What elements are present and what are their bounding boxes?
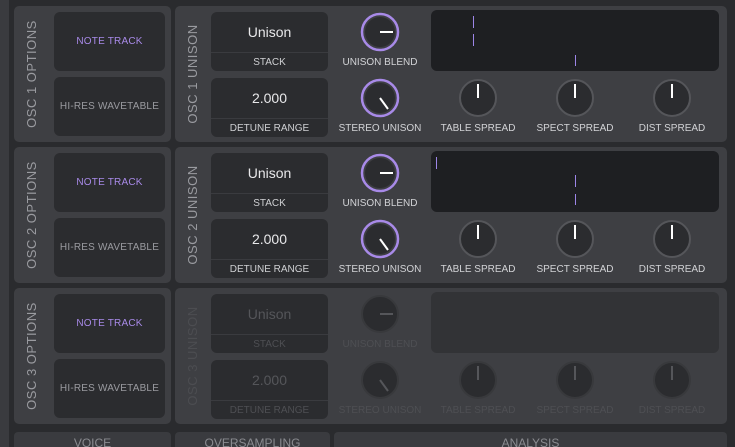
osc1-options-panel: OSC 1 OPTIONS NOTE TRACK HI-RES WAVETABL…	[14, 6, 171, 142]
stereo-unison-label: STEREO UNISON	[338, 405, 422, 416]
osc3-table-spread-knob[interactable]	[458, 360, 498, 400]
tab-analysis[interactable]: ANALYSIS	[334, 432, 727, 447]
osc2-stack-selector[interactable]: Unison STACK	[211, 153, 328, 212]
unison-blend-label: UNISON BLEND	[342, 339, 418, 350]
unison-voice-marker	[575, 55, 576, 66]
spect-spread-label: SPECT SPREAD	[536, 123, 614, 134]
osc2-detune-range-field[interactable]: 2.000 DETUNE RANGE	[211, 219, 328, 278]
dist-spread-label: DIST SPREAD	[638, 123, 706, 134]
dist-spread-label: DIST SPREAD	[638, 264, 706, 275]
osc3-options-title: OSC 3 OPTIONS	[24, 302, 39, 410]
stack-value: Unison	[247, 165, 292, 181]
osc2-dist-spread-knob[interactable]	[652, 219, 692, 259]
osc1-stack-selector[interactable]: Unison STACK	[211, 12, 328, 71]
table-spread-label: TABLE SPREAD	[440, 123, 516, 134]
osc3-options-panel: OSC 3 OPTIONS NOTE TRACK HI-RES WAVETABL…	[14, 288, 171, 424]
osc1-spect-spread-knob[interactable]	[555, 78, 595, 118]
osc1-stereo-unison-knob[interactable]	[360, 78, 400, 118]
osc2-spect-spread-knob[interactable]	[555, 219, 595, 259]
osc2-stereo-unison-knob[interactable]	[360, 219, 400, 259]
osc1-unison-panel: OSC 1 UNISON Unison STACK 2.000 DETUNE R…	[175, 6, 727, 142]
osc3-note-track-button[interactable]: NOTE TRACK	[54, 294, 165, 353]
osc3-unison-title: OSC 3 UNISON	[185, 306, 200, 406]
osc2-options-title: OSC 2 OPTIONS	[24, 161, 39, 269]
tab-oversampling-label: OVERSAMPLING	[204, 436, 301, 447]
spect-spread-label: SPECT SPREAD	[536, 264, 614, 275]
osc2-options-panel: OSC 2 OPTIONS NOTE TRACK HI-RES WAVETABL…	[14, 147, 171, 283]
osc3-dist-spread-knob[interactable]	[652, 360, 692, 400]
unison-voice-marker	[436, 157, 437, 169]
unison-voice-marker	[575, 194, 576, 205]
osc1-note-track-button[interactable]: NOTE TRACK	[54, 12, 165, 71]
stack-value: Unison	[247, 306, 292, 322]
osc3-stereo-unison-knob[interactable]	[360, 360, 400, 400]
osc1-hires-wavetable-button[interactable]: HI-RES WAVETABLE	[54, 77, 165, 136]
osc2-note-track-button[interactable]: NOTE TRACK	[54, 153, 165, 212]
detune-range-value: 2.000	[251, 231, 288, 247]
stereo-unison-label: STEREO UNISON	[338, 123, 422, 134]
detune-range-label: DETUNE RANGE	[211, 118, 328, 137]
osc2-unison-panel: OSC 2 UNISON Unison STACK 2.000 DETUNE R…	[175, 147, 727, 283]
stack-label: STACK	[211, 334, 328, 353]
detune-range-value: 2.000	[251, 372, 288, 388]
stack-label: STACK	[211, 52, 328, 71]
detune-range-value: 2.000	[251, 90, 288, 106]
tab-oversampling[interactable]: OVERSAMPLING	[175, 432, 330, 447]
table-spread-label: TABLE SPREAD	[440, 405, 516, 416]
osc1-unison-blend-knob[interactable]	[360, 12, 400, 52]
unison-blend-label: UNISON BLEND	[342, 57, 418, 68]
dist-spread-label: DIST SPREAD	[638, 405, 706, 416]
table-spread-label: TABLE SPREAD	[440, 264, 516, 275]
osc1-options-title: OSC 1 OPTIONS	[24, 20, 39, 128]
osc3-spect-spread-knob[interactable]	[555, 360, 595, 400]
osc1-table-spread-knob[interactable]	[458, 78, 498, 118]
osc1-unison-display	[431, 10, 719, 71]
osc1-unison-title: OSC 1 UNISON	[185, 24, 200, 124]
tab-analysis-label: ANALYSIS	[501, 436, 560, 447]
detune-range-label: DETUNE RANGE	[211, 259, 328, 278]
osc3-hires-wavetable-button[interactable]: HI-RES WAVETABLE	[54, 359, 165, 418]
stereo-unison-label: STEREO UNISON	[338, 264, 422, 275]
spect-spread-label: SPECT SPREAD	[536, 405, 614, 416]
osc2-hires-wavetable-button[interactable]: HI-RES WAVETABLE	[54, 218, 165, 277]
unison-voice-marker	[473, 16, 474, 28]
osc1-dist-spread-knob[interactable]	[652, 78, 692, 118]
unison-voice-marker	[575, 175, 576, 187]
left-edge-strip	[0, 0, 9, 447]
osc3-stack-selector[interactable]: Unison STACK	[211, 294, 328, 353]
osc3-unison-blend-knob[interactable]	[360, 294, 400, 334]
unison-blend-label: UNISON BLEND	[342, 198, 418, 209]
unison-voice-marker	[473, 34, 474, 46]
stack-value: Unison	[247, 24, 292, 40]
tab-voice[interactable]: VOICE	[14, 432, 171, 447]
osc1-detune-range-field[interactable]: 2.000 DETUNE RANGE	[211, 78, 328, 137]
stack-label: STACK	[211, 193, 328, 212]
osc2-unison-display	[431, 151, 719, 212]
tab-voice-label: VOICE	[73, 436, 112, 447]
osc3-unison-display	[431, 292, 719, 353]
osc3-unison-panel: OSC 3 UNISON Unison STACK 2.000 DETUNE R…	[175, 288, 727, 424]
osc2-unison-blend-knob[interactable]	[360, 153, 400, 193]
osc2-table-spread-knob[interactable]	[458, 219, 498, 259]
detune-range-label: DETUNE RANGE	[211, 400, 328, 419]
osc2-unison-title: OSC 2 UNISON	[185, 165, 200, 265]
osc3-detune-range-field[interactable]: 2.000 DETUNE RANGE	[211, 360, 328, 419]
